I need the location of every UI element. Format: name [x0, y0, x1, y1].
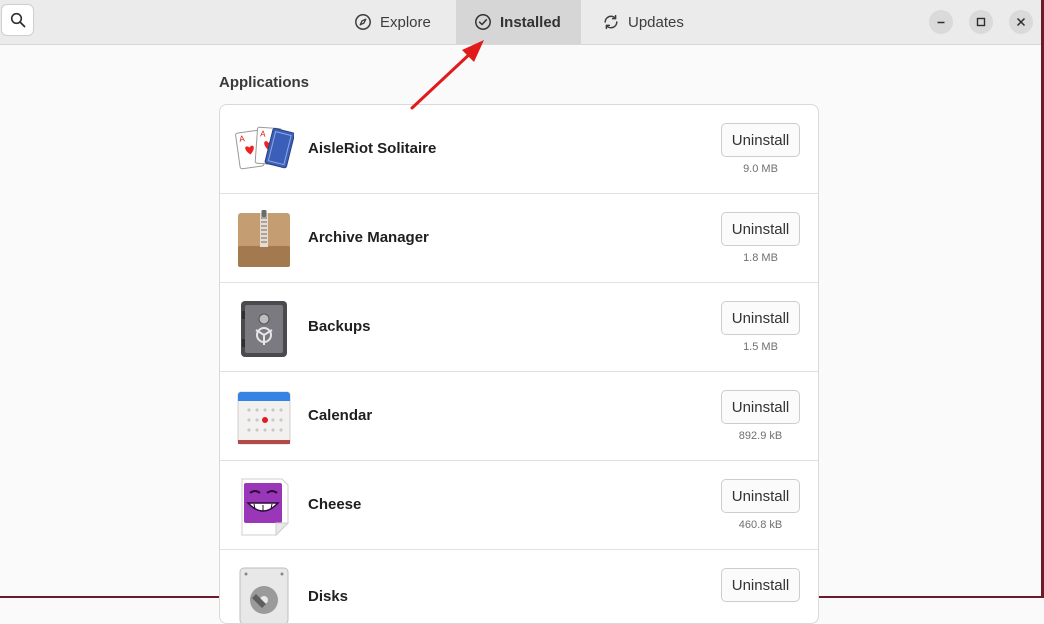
- tab-installed[interactable]: Installed: [456, 0, 581, 44]
- uninstall-button[interactable]: Uninstall: [721, 212, 800, 246]
- list-item: Cheese Uninstall 460.8 kB: [220, 461, 818, 550]
- list-item: A A AisleRiot Solitaire Uninstall 9.0 MB: [220, 105, 818, 194]
- minimize-button[interactable]: [929, 10, 953, 34]
- list-item: Calendar Uninstall 892.9 kB: [220, 372, 818, 461]
- check-circle-icon: [474, 13, 492, 31]
- app-name: Backups: [308, 318, 371, 335]
- app-size: 1.8 MB: [743, 252, 778, 264]
- tab-updates[interactable]: Updates: [584, 0, 702, 44]
- search-button[interactable]: [1, 4, 34, 36]
- uninstall-button[interactable]: Uninstall: [721, 479, 800, 513]
- list-item: Backups Uninstall 1.5 MB: [220, 283, 818, 372]
- close-button[interactable]: [1009, 10, 1033, 34]
- app-name: Archive Manager: [308, 229, 429, 246]
- close-icon: [1016, 17, 1026, 27]
- tab-installed-label: Installed: [500, 13, 561, 31]
- tab-updates-label: Updates: [628, 13, 684, 31]
- maximize-button[interactable]: [969, 10, 993, 34]
- calendar-icon: [234, 388, 294, 448]
- app-size: 460.8 kB: [738, 519, 783, 531]
- disks-icon: [234, 566, 294, 623]
- app-size: 1.5 MB: [743, 341, 778, 353]
- app-size: 9.0 MB: [743, 163, 778, 175]
- list-item: Archive Manager Uninstall 1.8 MB: [220, 194, 818, 283]
- uninstall-button[interactable]: Uninstall: [721, 301, 800, 335]
- refresh-icon: [602, 13, 620, 31]
- safe-icon: [234, 299, 294, 359]
- tab-explore-label: Explore: [380, 13, 431, 31]
- minimize-icon: [937, 21, 945, 24]
- header-bar: Explore Installed Updates: [0, 0, 1041, 45]
- app-name: AisleRiot Solitaire: [308, 140, 437, 157]
- section-title: Applications: [219, 74, 310, 91]
- app-window: Explore Installed Updates Applications A…: [0, 0, 1044, 624]
- app-name: Disks: [308, 588, 349, 605]
- compass-icon: [354, 13, 372, 31]
- app-name: Calendar: [308, 407, 373, 424]
- tab-explore[interactable]: Explore: [336, 0, 448, 44]
- cards-icon: A A: [234, 121, 295, 181]
- installed-apps-list: A A AisleRiot Solitaire Uninstall 9.0 MB: [219, 104, 819, 624]
- search-icon: [10, 12, 25, 28]
- maximize-icon: [976, 17, 986, 27]
- cheese-webcam-icon: [234, 477, 294, 537]
- app-size: 892.9 kB: [738, 430, 783, 442]
- app-name: Cheese: [308, 496, 362, 513]
- uninstall-button[interactable]: Uninstall: [721, 390, 800, 424]
- list-item: Disks Uninstall: [220, 550, 818, 623]
- archive-box-icon: [234, 210, 294, 270]
- uninstall-button[interactable]: Uninstall: [721, 568, 800, 602]
- uninstall-button[interactable]: Uninstall: [721, 123, 800, 157]
